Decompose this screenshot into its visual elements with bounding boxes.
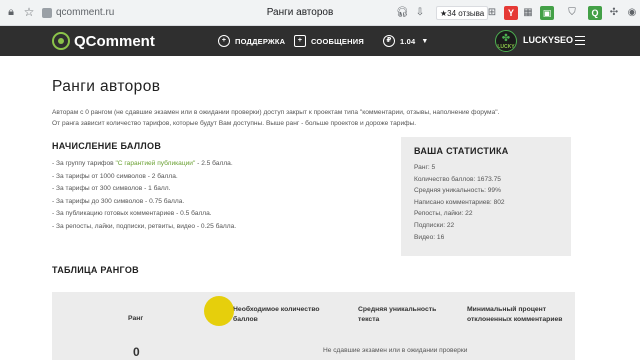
logo-mark-icon [52,32,70,50]
tariff-group-link[interactable]: "С гарантией публикации" [115,160,195,167]
intro-line: От ранга зависит количество тарифов, кот… [52,119,417,127]
stat-points: Количество баллов: 1673.75 [414,175,501,183]
stat-reposts: Репосты, лайки: 22 [414,210,473,218]
logo-text: QComment [74,32,155,50]
list-item: - За тарифы от 1000 символов - 2 балла. [52,172,178,180]
nav-messages[interactable]: + СООБЩЕНИЯ [294,34,364,48]
stat-uniqueness: Средняя уникальность: 99% [414,187,501,195]
page-title: Ранги авторов [52,78,161,95]
list-item: - За тарифы от 300 символов - 1 балл. [52,185,171,193]
column-header-uniqueness: Средняя уникальность текста [358,306,437,323]
list-item: - За тарифы до 300 символов - 0.75 балла… [52,197,185,205]
puzzle-icon[interactable]: ✣ [608,6,620,20]
rating-text: 34 отзыва [447,9,485,18]
intro-line: Авторам с 0 рангом (не сдавшие экзамен и… [52,109,500,116]
extension-q-icon[interactable]: Q [588,6,602,20]
scoring-list: - За группу тарифов "С гарантией публика… [52,158,352,234]
nav-messages-label: СООБЩЕНИЯ [311,36,364,46]
cursor-highlight [204,296,234,326]
table-row-note: Не сдавшие экзамен или в ожидании провер… [323,347,468,354]
intro-text: Авторам с 0 рангом (не сдавшие экзамен и… [52,108,592,129]
grid-icon[interactable]: ⊞ [486,6,498,20]
scoring-title: НАЧИСЛЕНИЕ БАЛЛОВ [52,141,162,151]
extension-red-icon[interactable]: Y [504,6,518,20]
username[interactable]: LUCKYSEO [523,35,573,45]
stat-subscriptions: Подписки: 22 [414,221,455,229]
rank-table [52,292,575,360]
clover-icon: ✤ [501,33,511,44]
support-icon: + [218,35,230,47]
rank-table-title: ТАБЛИЦА РАНГОВ [52,265,139,275]
coin-icon: ₽ [383,35,395,47]
table-row-rank: 0 [133,345,140,359]
site-favicon-icon [42,8,52,18]
account-icon[interactable]: ◉ [626,6,638,20]
site-logo[interactable]: QComment [52,31,155,51]
shield-icon[interactable]: ⛉ [566,6,578,20]
nav-support[interactable]: + ПОДДЕРЖКА [218,34,285,48]
stat-rank: Ранг: 5 [414,164,436,171]
browser-toolbar: 🔒︎ ☆ qcomment.ru Ранги авторов 🎧︎ ⇩ ★34 … [0,0,640,26]
balance-value: 1.04 [400,36,416,46]
message-icon: + [294,35,306,47]
address-bar-url[interactable]: qcomment.ru [56,7,114,18]
list-item: - За группу тарифов "С гарантией публика… [52,160,233,167]
stat-comments: Написано комментариев: 802 [414,198,505,206]
menu-icon[interactable] [575,36,585,45]
stats-title: ВАША СТАТИСТИКА [414,146,509,156]
list-item: - За репосты, лайки, подписки, ретвиты, … [52,222,237,230]
column-header-rank: Ранг [128,315,144,322]
chevron-down-icon: ▼ [421,37,429,45]
lock-icon[interactable]: 🔒︎ [4,5,18,19]
column-header-points: Необходимое количество баллов [233,306,320,323]
download-icon[interactable]: ⇩ [414,6,426,20]
stat-video: Видео: 16 [414,233,445,241]
list-item: - За публикацию готовых комментариев - 0… [52,210,212,218]
nav-balance[interactable]: ₽ 1.04 ▼ [383,34,429,48]
headphones-icon[interactable]: 🎧︎ [396,6,409,20]
tab-title: Ранги авторов [266,7,334,18]
nav-support-label: ПОДДЕРЖКА [235,36,286,46]
bookmark-star-icon[interactable]: ☆ [22,5,36,19]
stats-panel: ВАША СТАТИСТИКА Ранг: 5 Количество балло… [401,137,571,256]
rating-badge[interactable]: ★34 отзыва [436,6,489,20]
calendar-icon[interactable]: ▦ [522,6,534,20]
avatar[interactable]: ✤ LUCKY [495,30,517,52]
extension-green-icon[interactable]: ▣ [540,6,554,20]
column-header-rejected: Минимальный процент отклоненных коммента… [467,306,563,323]
